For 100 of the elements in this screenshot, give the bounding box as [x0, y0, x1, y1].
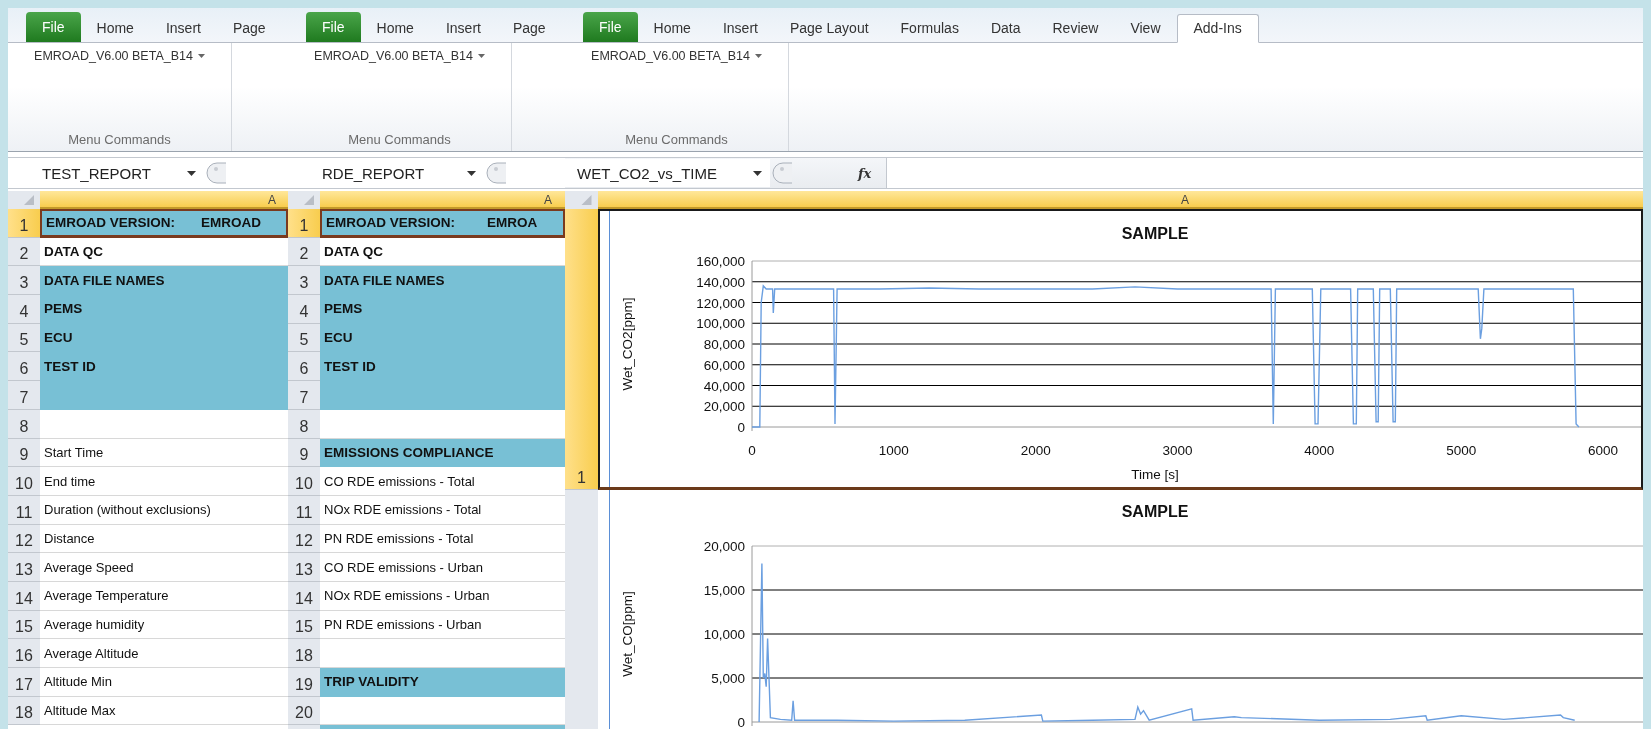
row-header[interactable]: 14	[288, 581, 320, 611]
resize-handle-icon[interactable]	[772, 162, 792, 184]
row-header[interactable]: 18	[288, 639, 320, 668]
file-tab[interactable]: File	[26, 12, 81, 42]
row-header[interactable]: 9	[288, 438, 320, 468]
axis-label: Wet_CO[ppm]	[620, 591, 635, 677]
group-label: Menu Commands	[68, 132, 171, 147]
row-header[interactable]: 10	[288, 467, 320, 496]
ribbon-tab[interactable]: Formulas	[884, 15, 975, 42]
cell-text: Average Speed	[44, 559, 134, 575]
row-header[interactable]: 8	[8, 409, 40, 439]
resize-handle-icon[interactable]	[486, 162, 506, 184]
row-header[interactable]: 16	[8, 639, 40, 668]
ribbon-tab[interactable]: Page	[216, 15, 282, 42]
ribbon-tab[interactable]: Home	[80, 15, 150, 42]
name-box[interactable]: WET_CO2_vs_TIME	[565, 159, 770, 187]
tick-label: 5,000	[711, 671, 745, 686]
name-box[interactable]: TEST_REPORT	[8, 159, 204, 187]
row-header[interactable]: 2	[8, 237, 40, 267]
group-label: Menu Commands	[348, 132, 451, 147]
ribbon-tab[interactable]: View	[1114, 15, 1177, 42]
cell-text: End time	[44, 473, 96, 489]
ribbon-tab[interactable]: Data	[974, 15, 1037, 42]
select-all-icon[interactable]	[288, 191, 320, 209]
select-all-icon[interactable]	[8, 191, 40, 209]
ribbon-tab[interactable]: Insert	[429, 15, 497, 42]
formula-field[interactable]	[886, 158, 1643, 188]
addin-dropdown[interactable]: EMROAD_V6.00 BETA_B14	[591, 49, 762, 63]
resize-handle-icon[interactable]	[206, 162, 226, 184]
cell-text: DATA QC	[44, 244, 103, 260]
cell-text: Average Temperature	[44, 588, 169, 604]
row-header[interactable]: 8	[288, 409, 320, 439]
cell-text: CO RDE emissions - Urban	[324, 559, 483, 575]
cell-text: CO RDE emissions - Total	[324, 473, 475, 489]
tick-label: 20,000	[703, 539, 745, 554]
row-header[interactable]: 15	[288, 610, 320, 640]
row-header[interactable]: 12	[288, 524, 320, 554]
tick-label: 0	[737, 715, 745, 727]
name-box[interactable]: RDE_REPORT	[288, 159, 484, 187]
addin-dropdown[interactable]: EMROAD_V6.00 BETA_B14	[314, 49, 485, 63]
row-header[interactable]: 11	[8, 495, 40, 525]
row-header[interactable]: 19	[288, 668, 320, 697]
row-header[interactable]: 6	[288, 352, 320, 382]
row-header[interactable]: 7	[8, 381, 40, 410]
row-header[interactable]: 4	[288, 295, 320, 324]
row-header[interactable]: 13	[288, 553, 320, 582]
column-header[interactable]: A	[598, 191, 1643, 209]
function-label[interactable]: fx	[858, 165, 886, 181]
cell-text: Start Time	[44, 444, 104, 460]
cell-text: TEST ID	[324, 358, 376, 374]
row-header[interactable]: 4	[8, 295, 40, 324]
row-header[interactable]: 10	[8, 467, 40, 496]
addin-dropdown[interactable]: EMROAD_V6.00 BETA_B14	[34, 49, 205, 63]
row-header[interactable]: 20	[288, 696, 320, 726]
row-header[interactable]: 17	[8, 668, 40, 697]
ribbon-tab[interactable]: Review	[1036, 15, 1115, 42]
row-header[interactable]: 3	[8, 266, 40, 296]
row-header[interactable]: 14	[8, 581, 40, 611]
caret-icon	[197, 54, 205, 58]
cell-text: Altitude Min	[44, 674, 112, 690]
cell-text: TRIP VALIDITY	[324, 674, 419, 690]
row-header[interactable]: 1	[565, 209, 598, 490]
cell-text: Average Altitude	[44, 645, 139, 661]
ribbon-tab[interactable]: Home	[360, 15, 430, 42]
ribbon-tab[interactable]: Home	[637, 15, 707, 42]
ribbon-tab[interactable]: Page	[496, 15, 562, 42]
ribbon-tab[interactable]: Page Layout	[773, 15, 885, 42]
tick-label: 3000	[1162, 443, 1193, 458]
cell-text: PEMS	[324, 301, 363, 317]
cell-text: Altitude Max	[44, 703, 116, 719]
row-header[interactable]: 2	[288, 237, 320, 267]
row-header[interactable]: 3	[288, 266, 320, 296]
tick-label: 4000	[1304, 443, 1335, 458]
ribbon-tab[interactable]: Add-Ins	[1176, 14, 1259, 43]
row-header[interactable]: 12	[8, 524, 40, 554]
row-header[interactable]: 15	[8, 610, 40, 640]
cell-text: ECU	[44, 330, 73, 346]
cell-text: Distance	[44, 530, 95, 546]
cell-text: EMISSIONS COMPLIANCE	[324, 444, 494, 460]
row-header[interactable]: 18	[8, 696, 40, 726]
ribbon-tab[interactable]: Insert	[149, 15, 217, 42]
tick-label: 100,000	[696, 316, 745, 332]
row-header[interactable]: 7	[288, 381, 320, 410]
row-header[interactable]: 13	[8, 553, 40, 582]
file-tab[interactable]: File	[306, 12, 361, 42]
row-header[interactable]: 11	[288, 495, 320, 525]
row-header[interactable]: 5	[288, 323, 320, 353]
row-header[interactable]: 1	[8, 209, 40, 238]
column-header[interactable]: A	[320, 191, 565, 209]
file-tab[interactable]: File	[583, 12, 638, 42]
ribbon-tab[interactable]: Insert	[706, 15, 774, 42]
row-header[interactable]: 6	[8, 352, 40, 382]
row-header[interactable]	[565, 490, 598, 729]
caret-icon	[754, 54, 762, 58]
row-header[interactable]: 5	[8, 323, 40, 353]
row-header[interactable]: 1	[288, 209, 320, 238]
column-header[interactable]: A	[40, 191, 288, 209]
cell-text: DATA QC	[324, 244, 383, 260]
row-header[interactable]: 9	[8, 438, 40, 468]
select-all-icon[interactable]	[565, 191, 598, 209]
